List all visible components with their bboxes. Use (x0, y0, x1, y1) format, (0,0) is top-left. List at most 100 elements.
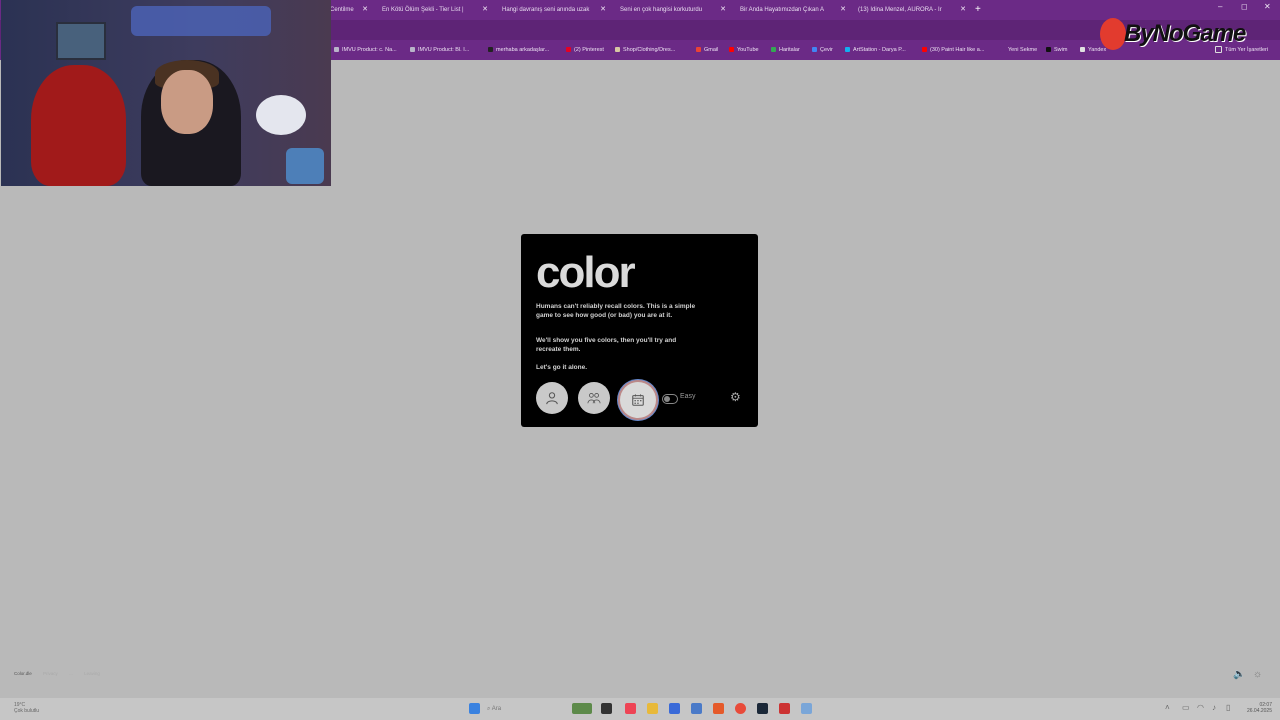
bookmark-favicon-icon (845, 47, 850, 53)
file-explorer-icon[interactable] (647, 703, 658, 714)
tab-label: En Kötü Ölüm Şekli - Tier List | (382, 7, 464, 13)
app-icon[interactable] (691, 703, 702, 714)
bookmark-favicon-icon (696, 47, 701, 53)
bookmark-label: Shop/Clothing/Dres... (623, 47, 676, 53)
bookmark-item[interactable]: (30) Paint Hair like a... (922, 40, 984, 60)
bookmark-item[interactable]: Haritalar (771, 40, 800, 60)
close-button[interactable]: ✕ (1264, 2, 1271, 11)
volume-icon[interactable]: ♪ (1212, 703, 1216, 712)
difficulty-label: Easy (680, 393, 696, 400)
multiplayer-mode-button[interactable] (578, 382, 610, 414)
app-icon[interactable] (625, 703, 636, 714)
search-box[interactable]: ⌕ Ara (487, 702, 567, 716)
bookmark-favicon-icon (729, 47, 734, 53)
solo-mode-button[interactable] (536, 382, 568, 414)
minimize-button[interactable]: – (1218, 2, 1222, 11)
app-icon[interactable] (779, 703, 790, 714)
wifi-icon[interactable]: ◠ (1197, 703, 1204, 712)
store-icon[interactable] (669, 703, 680, 714)
bookmark-label: YouTube (737, 47, 759, 53)
bookmark-item[interactable]: (2) Pinterest (566, 40, 604, 60)
bookmark-item[interactable]: Shop/Clothing/Dres... (615, 40, 675, 60)
bookmark-label: ArtStation - Darya P... (853, 47, 906, 53)
intro-text: Humans can't reliably recall colors. Thi… (536, 303, 696, 319)
footer-link[interactable]: Privacy (43, 671, 58, 676)
game-card: color Humans can't reliably recall color… (521, 234, 758, 427)
bookmark-favicon-icon (1000, 47, 1005, 53)
bookmark-item[interactable]: Swim (1046, 40, 1067, 60)
close-tab-icon[interactable]: ✕ (840, 2, 846, 18)
mode-prompt: Let's go it alone. (536, 364, 588, 371)
tab-label: (13) Idina Menzel, AURORA - Ir (858, 7, 942, 13)
restore-button[interactable]: ◻ (1241, 2, 1248, 11)
steam-icon[interactable] (757, 703, 768, 714)
logo-text: ByNoGame (1124, 20, 1246, 47)
weather-widget[interactable]: 19°C Çok bulutlu (14, 702, 39, 714)
app-icon[interactable] (713, 703, 724, 714)
theme-sun-icon[interactable]: ☼ (1253, 669, 1262, 680)
close-tab-icon[interactable]: ✕ (362, 2, 368, 18)
lightning-bolt-icon (1100, 18, 1126, 50)
plush-shelf (131, 6, 271, 36)
bookmark-favicon-icon (615, 47, 620, 53)
search-icon: ⌕ (487, 706, 491, 712)
new-tab-button[interactable]: + (975, 2, 985, 18)
tab-3[interactable]: Hangi davranış seni anında uzak ✕ (502, 2, 608, 18)
bookmark-label: merhaba arkadaşlar... (496, 47, 550, 53)
bookmark-item[interactable]: IMVU Product: Bl. I... (410, 40, 469, 60)
tab-1[interactable]: Centilme ✕ (330, 2, 370, 18)
bookmark-label: IMVU Product: c. Na... (342, 47, 397, 53)
bookmark-favicon-icon (334, 47, 339, 53)
clock-date: 26.04.2025 (1246, 708, 1272, 714)
sound-icon[interactable]: 🔈 (1233, 669, 1245, 680)
bookmark-favicon-icon (488, 47, 493, 53)
nature-widget-icon[interactable] (572, 703, 592, 714)
streamer-face (161, 70, 213, 134)
person-icon (546, 392, 558, 405)
bookmark-item[interactable]: IMVU Product: c. Na... (334, 40, 397, 60)
bookmark-item[interactable]: Gmail (696, 40, 718, 60)
tab-4[interactable]: Seni en çok hangisi korkuturdu ✕ (620, 2, 728, 18)
overlay-logo: ByNoGame (1100, 18, 1268, 52)
instructions-text: We'll show you five colors, then you'll … (536, 337, 677, 353)
game-title: color (536, 248, 636, 297)
settings-gear-icon[interactable]: ⚙ (730, 391, 742, 403)
footer-link[interactable]: Leaving (84, 671, 100, 676)
chrome-icon[interactable] (735, 703, 746, 714)
tab-6[interactable]: (13) Idina Menzel, AURORA - Ir ✕ (858, 2, 968, 18)
close-tab-icon[interactable]: ✕ (600, 2, 606, 18)
webcam-overlay (1, 0, 331, 186)
bookmark-item[interactable]: YouTube (729, 40, 759, 60)
clock[interactable]: 02:07 26.04.2025 (1240, 702, 1272, 714)
bookmark-label: Çevir (820, 47, 833, 53)
bookmark-item[interactable]: Çevir (812, 40, 833, 60)
bookmark-item[interactable]: ArtStation - Darya P... (845, 40, 906, 60)
taskbar: 19°C Çok bulutlu ⌕ Ara ˄ ▭ ◠ ♪ ▯ 02:07 2… (0, 698, 1280, 720)
tab-5[interactable]: Bir Anda Hayatımızdan Çıkan A ✕ (740, 2, 848, 18)
network-icon[interactable]: ▭ (1182, 703, 1190, 712)
tray-chevron-icon[interactable]: ˄ (1165, 703, 1170, 712)
tab-label: Seni en çok hangisi korkuturdu (620, 7, 703, 13)
bookmark-item[interactable]: Yeni Sekme (1000, 40, 1037, 60)
task-view-icon[interactable] (601, 703, 612, 714)
footer-link[interactable]: Color.dle (14, 671, 32, 676)
windows-start-icon[interactable] (469, 703, 480, 714)
red-teddy-bear (31, 65, 126, 186)
close-tab-icon[interactable]: ✕ (720, 2, 726, 18)
battery-icon[interactable]: ▯ (1226, 703, 1230, 712)
footer-links: Color.dle Privacy ... Leaving (14, 671, 110, 676)
tab-label: Bir Anda Hayatımızdan Çıkan A (740, 7, 825, 13)
bookmark-item[interactable]: merhaba arkadaşlar... (488, 40, 549, 60)
bookmark-label: IMVU Product: Bl. I... (418, 47, 470, 53)
app-icon[interactable] (801, 703, 812, 714)
daily-mode-button[interactable] (620, 382, 656, 418)
close-tab-icon[interactable]: ✕ (482, 2, 488, 18)
bookmark-label: (2) Pinterest (574, 47, 604, 53)
blue-cup (286, 148, 324, 184)
bookmark-favicon-icon (1046, 47, 1051, 53)
bookmark-label: Swim (1054, 47, 1068, 53)
tab-2[interactable]: En Kötü Ölüm Şekli - Tier List | ✕ (382, 2, 490, 18)
difficulty-toggle[interactable] (662, 394, 678, 404)
close-tab-icon[interactable]: ✕ (960, 2, 966, 18)
footer-link[interactable]: ... (69, 671, 73, 676)
